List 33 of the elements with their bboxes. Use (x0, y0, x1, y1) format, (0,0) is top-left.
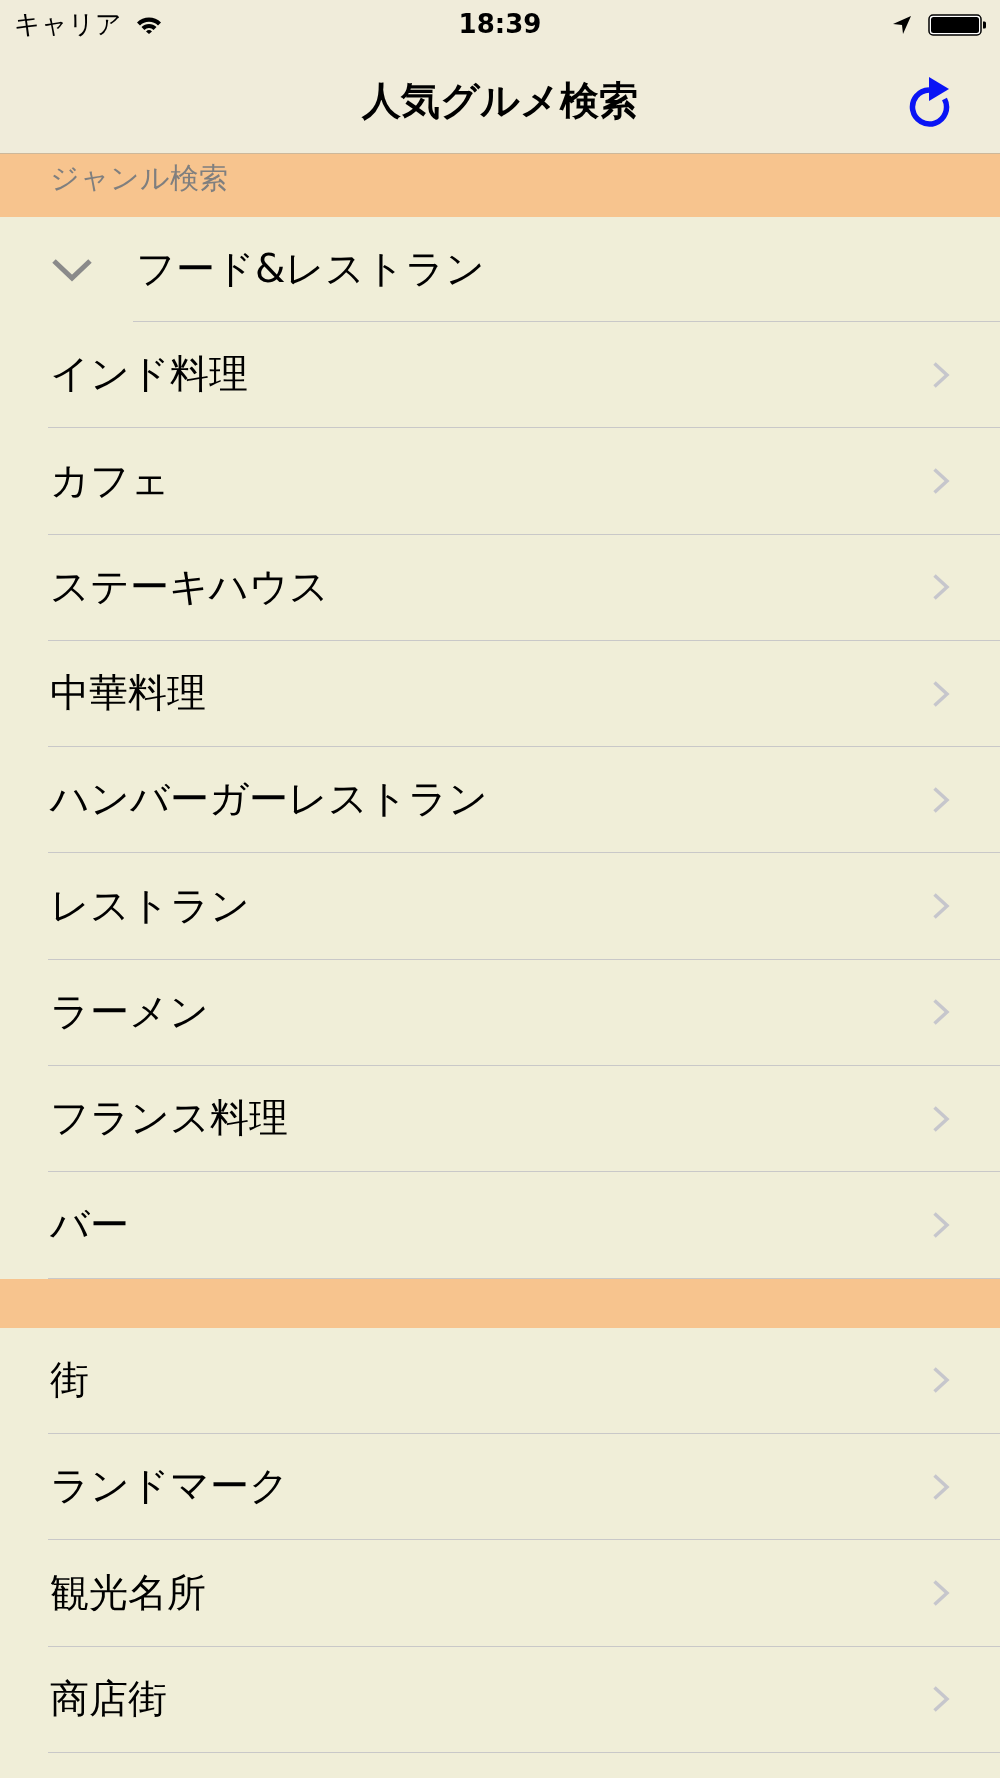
list-item[interactable]: レストラン (48, 853, 1000, 960)
chevron-right-icon (932, 1366, 950, 1395)
list-item[interactable]: フランス料理 (48, 1066, 1000, 1173)
chevron-right-icon (932, 573, 950, 602)
list-item[interactable]: 中華料理 (48, 640, 1000, 748)
list-item[interactable]: ステーキハウス (48, 534, 1000, 641)
battery-icon (928, 14, 986, 36)
list-item[interactable]: インド料理 (48, 322, 1000, 429)
chevron-right-icon (932, 1472, 950, 1501)
chevron-right-icon (932, 1211, 950, 1239)
section-header: ジャンル検索 (0, 154, 1000, 217)
list-item[interactable]: バー (48, 1172, 1000, 1279)
list-item[interactable]: ハンバーガーレストラン (48, 747, 1000, 854)
list-item[interactable]: 商店街 (48, 1646, 1000, 1753)
nav-title: 人気グルメ検索 (362, 78, 638, 125)
status-time: 18:39 (458, 9, 542, 41)
chevron-right-icon (932, 785, 950, 814)
chevron-right-icon (932, 1685, 950, 1714)
list-item[interactable]: ランドマーク (48, 1433, 1000, 1541)
location-arrow-icon (893, 16, 911, 34)
carrier-name: キャリア (14, 9, 122, 41)
list-item[interactable]: 街 (48, 1327, 1000, 1434)
chevron-right-icon (932, 892, 950, 921)
chevron-right-icon (932, 998, 950, 1027)
list-item[interactable]: カフェ (48, 428, 1000, 535)
chevron-right-icon (932, 1578, 950, 1607)
wifi-icon (136, 16, 162, 34)
chevron-right-icon (932, 679, 950, 708)
chevron-right-icon (932, 466, 950, 495)
list-item[interactable]: ラーメン (48, 959, 1000, 1067)
chevron-right-icon (932, 360, 950, 389)
chevron-right-icon (932, 1104, 950, 1133)
list-item[interactable]: 観光名所 (48, 1540, 1000, 1647)
